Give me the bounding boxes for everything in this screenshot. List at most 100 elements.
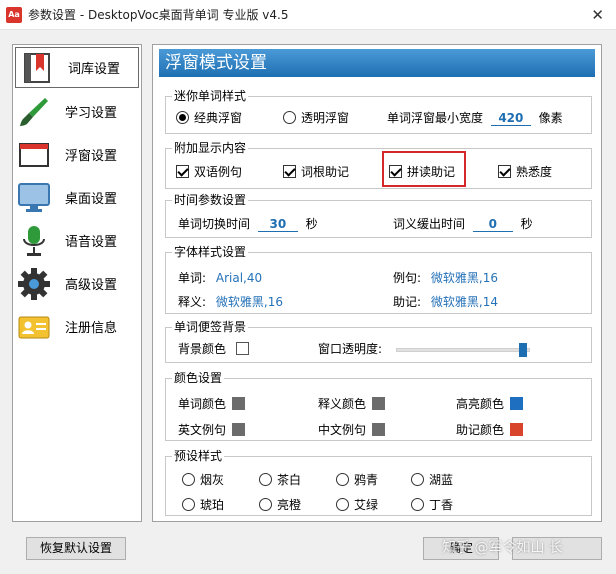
- close-icon[interactable]: ✕: [591, 6, 604, 24]
- radio-label: 经典浮窗: [194, 111, 243, 125]
- color-highlight[interactable]: 高亮颜色: [456, 395, 524, 412]
- sidebar-item-label: 注册信息: [65, 321, 118, 336]
- radio-button[interactable]: [411, 498, 424, 511]
- group-presets: 预设样式 烟灰 茶白 鸦青 湖蓝 琥珀 亮橙 艾绿 丁香: [165, 447, 592, 516]
- checkbox[interactable]: [176, 165, 189, 178]
- preset-option[interactable]: 丁香: [411, 496, 453, 513]
- color-english-example[interactable]: 英文例句: [178, 421, 246, 438]
- preset-option[interactable]: 茶白: [259, 471, 301, 488]
- color-label: 中文例句: [318, 423, 367, 437]
- checkbox-label: 双语例句: [194, 165, 243, 179]
- font-meaning-value[interactable]: 微软雅黑,16: [216, 295, 283, 309]
- sidebar-item-study[interactable]: 学习设置: [13, 91, 141, 132]
- radio-label: 茶白: [277, 473, 302, 487]
- color-swatch[interactable]: [232, 397, 246, 410]
- radio-label: 湖蓝: [429, 473, 454, 487]
- opacity-slider-track[interactable]: [396, 348, 530, 352]
- color-word[interactable]: 单词颜色: [178, 395, 246, 412]
- color-label: 单词颜色: [178, 397, 227, 411]
- radio-button[interactable]: [259, 473, 272, 486]
- preset-option[interactable]: 艾绿: [336, 496, 378, 513]
- delay-time-label: 词义缓出时间: [393, 217, 466, 231]
- bg-color-label: 背景颜色: [178, 342, 227, 356]
- color-swatch[interactable]: [372, 397, 386, 410]
- sidebar-item-advanced[interactable]: 高级设置: [13, 263, 141, 304]
- restore-defaults-button[interactable]: 恢复默认设置: [26, 537, 126, 560]
- checkbox[interactable]: [283, 165, 296, 178]
- min-width-label: 单词浮窗最小宽度: [387, 111, 484, 125]
- sidebar-item-floatwin[interactable]: 浮窗设置: [13, 134, 141, 175]
- radio-transparent[interactable]: 透明浮窗: [283, 109, 349, 126]
- watermark-text: 知乎 @军令如山 长: [442, 540, 563, 556]
- switch-time-label: 单词切换时间: [178, 217, 251, 231]
- window-icon: [17, 138, 51, 172]
- radio-classic[interactable]: 经典浮窗: [176, 109, 242, 126]
- min-width-setting: 单词浮窗最小宽度 420 像素: [387, 109, 563, 126]
- preset-option[interactable]: 湖蓝: [411, 471, 453, 488]
- color-swatch[interactable]: [372, 423, 386, 436]
- radio-button[interactable]: [259, 498, 272, 511]
- color-label: 高亮颜色: [456, 397, 505, 411]
- radio-button[interactable]: [336, 473, 349, 486]
- font-word-row: 单词: Arial,40: [178, 269, 262, 286]
- group-extra-display: 附加显示内容 双语例句 词根助记 拼读助记 熟悉度: [165, 139, 592, 189]
- app-icon: Aa: [6, 6, 22, 23]
- min-width-input[interactable]: 420: [490, 111, 531, 126]
- radio-button[interactable]: [283, 111, 296, 124]
- preset-option[interactable]: 烟灰: [182, 471, 224, 488]
- color-label: 英文例句: [178, 423, 227, 437]
- color-swatch[interactable]: [232, 423, 246, 436]
- radio-button[interactable]: [182, 473, 195, 486]
- color-label: 释义颜色: [318, 397, 367, 411]
- group-mini-style: 迷你单词样式 经典浮窗 透明浮窗 单词浮窗最小宽度 420 像素: [165, 87, 592, 134]
- monitor-icon: [17, 181, 51, 215]
- font-mnemonic-row: 助记: 微软雅黑,14: [393, 293, 498, 310]
- sidebar-item-vocab[interactable]: 词库设置: [15, 47, 139, 88]
- bg-color-swatch[interactable]: [235, 342, 249, 355]
- sidebar-item-label: 语音设置: [65, 235, 118, 250]
- font-example-value[interactable]: 微软雅黑,16: [431, 271, 498, 285]
- color-swatch[interactable]: [510, 397, 524, 410]
- checkbox-root-mnemonic[interactable]: 词根助记: [283, 163, 349, 180]
- gear-icon: [17, 267, 51, 301]
- preset-option[interactable]: 鸦青: [336, 471, 378, 488]
- sidebar-item-label: 学习设置: [65, 106, 118, 121]
- font-meaning-label: 释义:: [178, 295, 207, 309]
- switch-time-unit: 秒: [305, 217, 318, 231]
- checkbox[interactable]: [498, 165, 511, 178]
- opacity-slider-thumb[interactable]: [519, 343, 528, 357]
- radio-button[interactable]: [411, 473, 424, 486]
- checkbox-bilingual[interactable]: 双语例句: [176, 163, 242, 180]
- title-bar: Aa 参数设置 - DesktopVoc桌面背单词 专业版 v4.5 ✕: [0, 0, 616, 30]
- sidebar-item-voice[interactable]: 语音设置: [13, 220, 141, 261]
- radio-button[interactable]: [176, 111, 189, 124]
- font-word-value[interactable]: Arial,40: [216, 271, 262, 285]
- preset-option[interactable]: 琥珀: [182, 496, 224, 513]
- checkbox-familiarity[interactable]: 熟悉度: [498, 163, 552, 180]
- switch-time-input[interactable]: 30: [257, 217, 298, 232]
- group-title: 字体样式设置: [172, 243, 249, 260]
- sidebar-item-desktop[interactable]: 桌面设置: [13, 177, 141, 218]
- color-label: 助记颜色: [456, 423, 505, 437]
- color-swatch[interactable]: [510, 423, 524, 436]
- font-meaning-row: 释义: 微软雅黑,16: [178, 293, 283, 310]
- delay-time-setting: 词义缓出时间 0 秒: [393, 215, 533, 232]
- group-title: 颜色设置: [172, 369, 225, 386]
- font-mnemonic-value[interactable]: 微软雅黑,14: [431, 295, 498, 309]
- preset-option[interactable]: 亮橙: [259, 496, 301, 513]
- switch-time-setting: 单词切换时间 30 秒: [178, 215, 318, 232]
- color-chinese-example[interactable]: 中文例句: [318, 421, 386, 438]
- bg-color-setting: 背景颜色: [178, 340, 249, 357]
- panel-header: 浮窗模式设置: [159, 49, 595, 77]
- radio-button[interactable]: [182, 498, 195, 511]
- color-meaning[interactable]: 释义颜色: [318, 395, 386, 412]
- radio-button[interactable]: [336, 498, 349, 511]
- font-example-row: 例句: 微软雅黑,16: [393, 269, 498, 286]
- microphone-icon: [17, 224, 51, 258]
- color-mnemonic[interactable]: 助记颜色: [456, 421, 524, 438]
- sidebar-item-register[interactable]: 注册信息: [13, 306, 141, 347]
- settings-panel: 浮窗模式设置 迷你单词样式 经典浮窗 透明浮窗 单词浮窗最小宽度 420 像素 …: [152, 44, 602, 522]
- radio-label: 亮橙: [277, 498, 302, 512]
- group-title: 迷你单词样式: [172, 87, 249, 104]
- delay-time-input[interactable]: 0: [472, 217, 513, 232]
